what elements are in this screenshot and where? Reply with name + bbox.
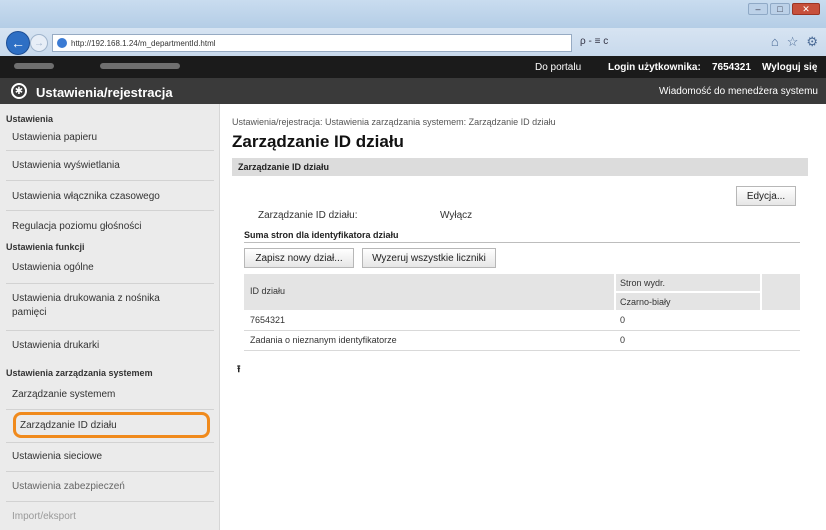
sidebar-item-volume[interactable]: Regulacja poziomu głośności <box>12 220 212 234</box>
page-title: Zarządzanie ID działu <box>232 132 404 151</box>
logout-link[interactable]: Wyloguj się <box>762 62 817 73</box>
sidebar-section-settings: Ustawienia <box>6 114 54 124</box>
table-row-value: 0 <box>620 335 626 345</box>
table-row-id: 7654321 <box>250 315 286 325</box>
sidebar-section-functions: Ustawienia funkcji <box>6 242 85 252</box>
sidebar: Ustawienia Ustawienia papieru Ustawienia… <box>0 104 220 530</box>
header-title: Ustawienia/rejestracja <box>36 85 173 100</box>
divider <box>244 242 800 243</box>
sidebar-item-network[interactable]: Ustawienia sieciowe <box>12 450 212 464</box>
maximize-icon[interactable]: □ <box>770 3 790 15</box>
sidebar-item-printer[interactable]: Ustawienia drukarki <box>12 339 212 353</box>
sidebar-item-security[interactable]: Ustawienia zabezpieczeń <box>12 480 212 494</box>
star-icon[interactable]: ☆ <box>787 34 799 50</box>
header-cell-bw: Czarno-biały <box>616 293 760 310</box>
address-text: http://192.168.1.24/m_departmentId.html <box>71 38 216 48</box>
address-bar[interactable]: http://192.168.1.24/m_departmentId.html <box>52 34 572 52</box>
toolbar-icons: ⌂ ☆ ⚙ <box>771 34 818 50</box>
title-bar: – □ ✕ <box>0 0 826 28</box>
column-header-pages: Stron wydr. <box>620 278 666 288</box>
column-header-bw: Czarno-biały <box>620 297 671 307</box>
settings-globe-icon: ✱ <box>11 83 27 99</box>
close-icon[interactable]: ✕ <box>792 3 820 15</box>
sidebar-item-timer[interactable]: Ustawienia włącznika czasowego <box>12 190 212 204</box>
login-label: Login użytkownika: <box>608 62 701 73</box>
section-header: Zarządzanie ID działu <box>232 158 808 176</box>
top-bar: Do portalu Login użytkownika: 7654321 Wy… <box>0 56 826 78</box>
address-row: ← → http://192.168.1.24/m_departmentId.h… <box>0 28 826 56</box>
header-cell-empty <box>762 274 800 310</box>
gear-icon[interactable]: ⚙ <box>806 34 818 50</box>
window-controls: – □ ✕ <box>748 3 820 15</box>
blurred-device-name <box>14 63 54 69</box>
blurred-device-model <box>100 63 180 69</box>
message-to-admin-link[interactable]: Wiadomość do menedżera systemu <box>659 86 818 97</box>
portal-link[interactable]: Do portalu <box>535 62 581 73</box>
breadcrumb: Ustawienia/rejestracja: Ustawienia zarzą… <box>232 117 556 127</box>
login-value: 7654321 <box>712 62 751 73</box>
selected-item-highlight <box>13 412 210 438</box>
sidebar-item-import-export[interactable]: Import/eksport <box>12 510 212 524</box>
back-icon[interactable]: ← <box>6 31 30 55</box>
dept-mgmt-value: Wyłącz <box>440 210 473 221</box>
forward-icon[interactable]: → <box>30 34 48 52</box>
header-cell-pages: Stron wydr. <box>616 274 760 291</box>
reset-counters-button[interactable]: Wyzeruj wszystkie liczniki <box>362 248 496 268</box>
header-cell-id: ID działu <box>244 274 614 310</box>
minimize-icon[interactable]: – <box>748 3 768 15</box>
table-row-id: Zadania o nieznanym identyfikatorze <box>250 335 397 345</box>
sidebar-item-display[interactable]: Ustawienia wyświetlania <box>12 159 212 173</box>
register-department-button[interactable]: Zapisz nowy dział... <box>244 248 354 268</box>
dept-mgmt-label: Zarządzanie ID działu: <box>258 210 358 221</box>
address-tools[interactable]: ρ - ≡ c <box>580 36 608 47</box>
sidebar-item-paper[interactable]: Ustawienia papieru <box>12 131 212 145</box>
sidebar-item-system-management[interactable]: Zarządzanie systemem <box>12 388 212 402</box>
scroll-to-top-icon[interactable]: ⭱ <box>237 362 241 379</box>
edit-button[interactable]: Edycja... <box>736 186 796 206</box>
sidebar-section-system: Ustawienia zarządzania systemem <box>6 368 153 378</box>
browser-window: – □ ✕ ← → http://192.168.1.24/m_departme… <box>0 0 826 530</box>
page-favicon-icon <box>57 38 67 48</box>
pages-heading: Suma stron dla identyfikatora działu <box>244 230 399 240</box>
sidebar-item-common[interactable]: Ustawienia ogólne <box>12 261 212 275</box>
column-header-id: ID działu <box>250 286 286 296</box>
sidebar-item-media-print[interactable]: Ustawienia drukowania z nośnika pamięci <box>12 292 192 320</box>
home-icon[interactable]: ⌂ <box>771 34 779 50</box>
settings-header: ✱ Ustawienia/rejestracja Wiadomość do me… <box>0 78 826 104</box>
table-row-value: 0 <box>620 315 626 325</box>
